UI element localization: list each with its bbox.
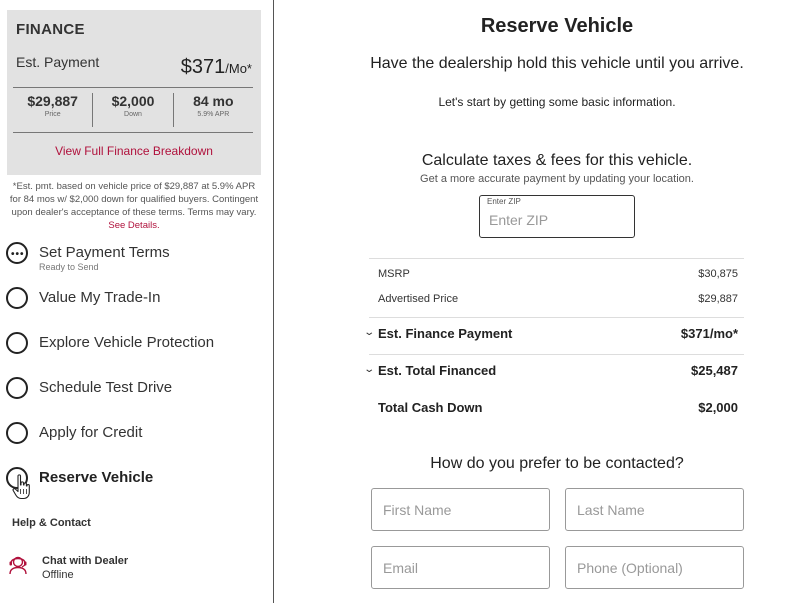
msrp-value: $30,875 [698,268,738,280]
step-value-trade-in[interactable]: Value My Trade-In [6,285,266,315]
chat-status: Offline [42,569,74,581]
contact-preference-heading: How do you prefer to be contacted? [430,455,684,472]
step-explore-vehicle-protection[interactable]: Explore Vehicle Protection [6,330,266,360]
est-payment-value: $371 [180,56,226,78]
step-status: Ready to Send [39,262,99,272]
zip-field[interactable]: Enter ZIP [479,195,635,238]
intro-text: Have the dealership hold this vehicle un… [370,55,744,72]
first-name-field[interactable] [371,488,550,531]
finance-price-label: Price [44,111,61,118]
empty-circle-icon [6,332,28,354]
first-name-input[interactable] [383,500,533,520]
phone-field[interactable] [565,546,744,589]
step-label: Explore Vehicle Protection [39,334,215,351]
est-total-financed-label: Est. Total Financed [378,363,497,378]
divider [369,258,744,259]
empty-circle-icon [6,422,28,444]
est-payment-suffix: /Mo* [225,61,252,76]
calculate-taxes-heading: Calculate taxes & fees for this vehicle. [421,152,693,169]
est-payment-amount: $371/Mo* [181,56,252,79]
step-reserve-vehicle[interactable]: Reserve Vehicle [6,465,266,495]
disclaimer-text: *Est. pmt. based on vehicle price of $29… [9,181,259,218]
sidebar: FINANCE Est. Payment $371/Mo* $29,887 Pr… [0,0,274,603]
divider [369,317,744,318]
est-payment-label: Est. Payment [16,54,100,70]
email-field[interactable] [371,546,550,589]
est-total-financed-value: $25,487 [691,363,738,378]
chat-with-dealer-label: Chat with Dealer [42,555,129,567]
step-label: Set Payment Terms [39,244,170,261]
step-set-payment-terms[interactable]: ••• Set Payment Terms Ready to Send [6,240,266,272]
help-contact-heading: Help & Contact [12,517,91,529]
finance-down-label: Down [124,111,142,118]
email-input[interactable] [383,558,533,578]
finance-down-value: $2,000 [111,93,155,109]
finance-price-value: $29,887 [27,93,78,109]
total-cash-down-value: $2,000 [698,400,738,415]
divider [369,354,744,355]
page-title: Reserve Vehicle [480,15,634,37]
advertised-price-label: Advertised Price [378,293,459,305]
see-details-link[interactable]: See Details. [108,220,159,231]
finance-down-cell: $2,000 Down [93,93,174,127]
finance-title: FINANCE [16,21,85,38]
step-schedule-test-drive[interactable]: Schedule Test Drive [6,375,266,405]
step-label: Schedule Test Drive [39,379,173,396]
intro-subtext: Let's start by getting some basic inform… [438,95,676,109]
step-label: Reserve Vehicle [39,469,154,486]
chevron-down-icon: ⌄ [363,327,376,338]
dots-circle-icon: ••• [6,242,28,264]
empty-circle-icon [6,377,28,399]
step-label: Value My Trade-In [39,289,161,306]
step-label: Apply for Credit [39,424,143,441]
chat-with-dealer-button[interactable]: Chat with Dealer Offline [6,552,266,584]
zip-field-label: Enter ZIP [487,197,521,206]
finance-price-cell: $29,887 Price [13,93,94,127]
msrp-label: MSRP [378,268,410,280]
phone-input[interactable] [577,558,727,578]
last-name-input[interactable] [577,500,727,520]
headset-agent-icon [9,556,27,575]
empty-circle-icon [6,287,28,309]
finance-apr-label: 5.9% APR [197,111,230,118]
hand-pointer-cursor-icon [12,474,30,500]
est-finance-payment-value: $371/mo* [680,326,738,341]
calculate-taxes-subtext: Get a more accurate payment by updating … [420,173,694,185]
finance-term-cell: 84 mo 5.9% APR [174,93,253,127]
chevron-down-icon: ⌄ [363,364,376,375]
est-finance-payment-label: Est. Finance Payment [378,326,513,341]
step-apply-for-credit[interactable]: Apply for Credit [6,420,266,450]
zip-input[interactable] [489,209,624,231]
reserve-vehicle-panel: Reserve Vehicle Have the dealership hold… [275,0,804,603]
finance-card: FINANCE Est. Payment $371/Mo* $29,887 Pr… [7,10,261,175]
last-name-field[interactable] [565,488,744,531]
finance-disclaimer: *Est. pmt. based on vehicle price of $29… [8,180,260,232]
advertised-price-value: $29,887 [698,293,738,305]
total-cash-down-label: Total Cash Down [378,400,483,415]
finance-terms-row: $29,887 Price $2,000 Down 84 mo 5.9% APR [13,87,253,133]
finance-term-value: 84 mo [193,93,234,109]
view-finance-breakdown-link[interactable]: View Full Finance Breakdown [7,144,261,158]
